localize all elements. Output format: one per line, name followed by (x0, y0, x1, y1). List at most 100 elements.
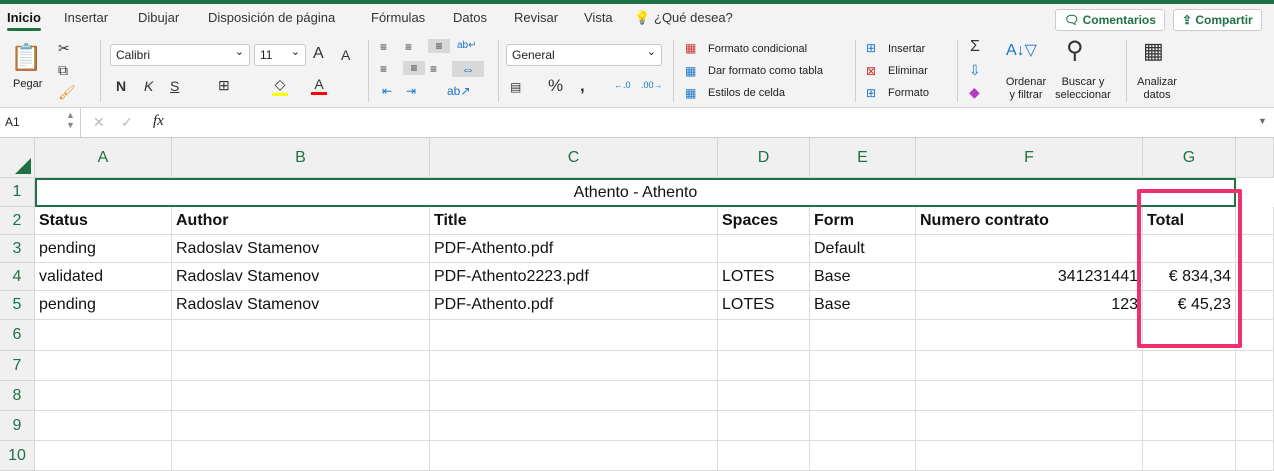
column-header-D[interactable]: D (718, 138, 810, 178)
table-cell[interactable]: PDF-Athento2223.pdf (430, 263, 718, 291)
table-cell[interactable] (916, 235, 1143, 263)
header-cell[interactable]: Numero contrato (916, 207, 1143, 235)
table-cell[interactable] (916, 441, 1143, 471)
formula-input[interactable] (180, 115, 1250, 131)
comma-style-icon[interactable]: , (580, 76, 585, 96)
table-cell[interactable] (1143, 381, 1236, 411)
table-cell[interactable] (430, 441, 718, 471)
table-cell[interactable] (172, 351, 430, 381)
table-cell[interactable] (35, 381, 172, 411)
column-header-E[interactable]: E (810, 138, 916, 178)
row-header-2[interactable]: 2 (0, 207, 35, 235)
italic-button[interactable]: K (144, 78, 153, 94)
underline-button[interactable]: S (170, 78, 179, 94)
column-header-F[interactable]: F (916, 138, 1143, 178)
align-bottom-icon[interactable]: ≡ (428, 39, 450, 53)
increase-decimal-icon[interactable]: ←.0 (614, 80, 631, 90)
table-cell[interactable] (718, 441, 810, 471)
table-cell[interactable] (172, 411, 430, 441)
decrease-indent-icon[interactable]: ⇤ (382, 84, 392, 98)
clear-icon[interactable]: ◆ (969, 84, 980, 101)
decrease-font-icon[interactable]: A (341, 47, 350, 63)
paste-icon[interactable]: 📋 (10, 42, 42, 73)
column-header-G[interactable]: G (1143, 138, 1236, 178)
table-cell[interactable] (172, 441, 430, 471)
table-cell[interactable] (810, 320, 916, 351)
number-format-select[interactable]: General (506, 44, 662, 66)
header-cell[interactable]: Form (810, 207, 916, 235)
tab-revisar[interactable]: Revisar (514, 10, 558, 25)
autosum-icon[interactable]: Σ (970, 38, 980, 56)
row-header-5[interactable]: 5 (0, 291, 35, 320)
merge-center-icon[interactable]: ⇔ (452, 61, 484, 77)
format-painter-icon[interactable]: 🖌 (58, 84, 76, 101)
row-header-9[interactable]: 9 (0, 411, 35, 441)
tab-formulas[interactable]: Fórmulas (371, 10, 425, 25)
row-header-4[interactable]: 4 (0, 263, 35, 291)
table-cell[interactable] (810, 381, 916, 411)
table-cell[interactable] (1143, 441, 1236, 471)
orientation-icon[interactable]: ab↗ (447, 84, 470, 98)
table-cell[interactable]: LOTES (718, 263, 810, 291)
table-cell[interactable] (430, 411, 718, 441)
table-cell[interactable] (1236, 441, 1274, 471)
column-header-C[interactable]: C (430, 138, 718, 178)
table-cell[interactable] (916, 381, 1143, 411)
header-cell[interactable]: Title (430, 207, 718, 235)
name-box-stepper-icon[interactable]: ▲ ▼ (66, 110, 75, 130)
fill-color-icon[interactable]: ◇ (272, 76, 288, 96)
align-center-icon[interactable]: ≡ (403, 61, 425, 75)
font-size-select[interactable]: 11 (254, 44, 306, 66)
table-cell[interactable] (1236, 351, 1274, 381)
table-cell[interactable] (172, 381, 430, 411)
increase-indent-icon[interactable]: ⇥ (406, 84, 416, 98)
table-cell[interactable]: validated (35, 263, 172, 291)
borders-icon[interactable]: ⊞ (218, 77, 230, 94)
enter-icon[interactable]: ✓ (121, 114, 133, 131)
table-cell[interactable] (1236, 381, 1274, 411)
tab-inicio[interactable]: Inicio (7, 10, 41, 31)
name-box[interactable]: A1 (5, 115, 20, 129)
tab-datos[interactable]: Datos (453, 10, 487, 25)
header-cell[interactable]: Spaces (718, 207, 810, 235)
table-cell[interactable]: LOTES (718, 291, 810, 320)
header-cell[interactable]: Status (35, 207, 172, 235)
table-cell[interactable] (810, 411, 916, 441)
table-cell[interactable] (916, 320, 1143, 351)
table-cell[interactable]: 123 (916, 291, 1143, 320)
table-cell[interactable]: Radoslav Stamenov (172, 235, 430, 263)
row-header-10[interactable]: 10 (0, 441, 35, 471)
table-cell[interactable]: PDF-Athento.pdf (430, 291, 718, 320)
tab-insertar[interactable]: Insertar (64, 10, 108, 25)
table-cell[interactable] (35, 441, 172, 471)
table-cell[interactable] (1143, 351, 1236, 381)
percent-icon[interactable]: % (548, 76, 563, 96)
fx-icon[interactable]: fx (153, 113, 164, 130)
row-header-1[interactable]: 1 (0, 178, 35, 207)
table-cell[interactable] (718, 411, 810, 441)
bold-button[interactable]: N (116, 78, 126, 94)
conditional-format-button[interactable]: Formato condicional (708, 43, 807, 55)
table-cell[interactable]: PDF-Athento.pdf (430, 235, 718, 263)
table-cell[interactable] (35, 320, 172, 351)
table-cell[interactable] (430, 351, 718, 381)
align-top-icon[interactable]: ≡ (380, 40, 387, 54)
table-cell[interactable] (718, 320, 810, 351)
cell-styles-button[interactable]: Estilos de celda (708, 87, 785, 99)
increase-font-icon[interactable]: A (313, 45, 324, 63)
table-cell[interactable] (916, 411, 1143, 441)
share-button[interactable]: ⇪ Compartir (1173, 9, 1262, 31)
cancel-icon[interactable]: ✕ (93, 114, 105, 131)
format-button[interactable]: Formato (888, 87, 929, 99)
column-header-A[interactable]: A (35, 138, 172, 178)
align-left-icon[interactable]: ≡ (380, 62, 387, 76)
align-middle-icon[interactable]: ≡ (405, 40, 412, 54)
row-header-7[interactable]: 7 (0, 351, 35, 381)
column-header-B[interactable]: B (172, 138, 430, 178)
font-color-icon[interactable]: A (311, 76, 327, 95)
analyze-data-button[interactable]: Analizar datos (1134, 76, 1180, 102)
table-cell[interactable]: Base (810, 263, 916, 291)
table-cell[interactable]: pending (35, 291, 172, 320)
expand-formula-icon[interactable]: ▼ (1258, 116, 1267, 126)
table-cell[interactable] (718, 235, 810, 263)
